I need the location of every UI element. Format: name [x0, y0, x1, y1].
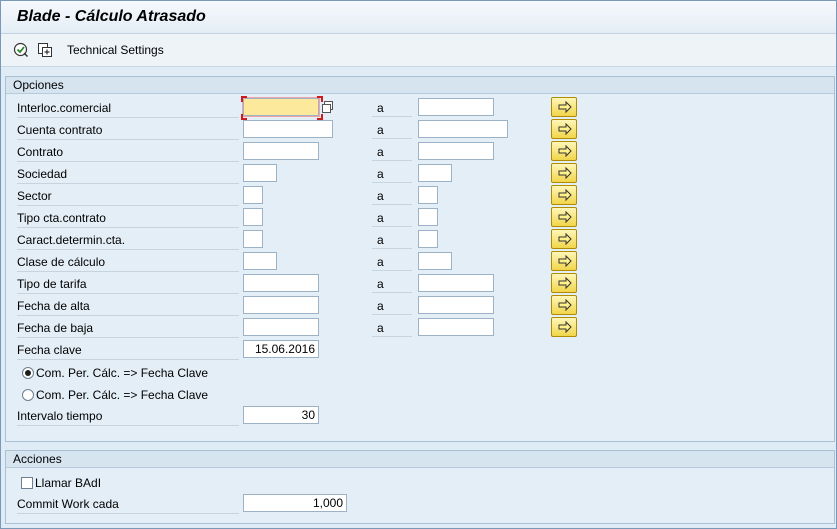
arrow-right-icon — [558, 166, 572, 180]
tipo-de-tarifa-from-input[interactable] — [243, 274, 319, 292]
caract-determin-cta-from-input[interactable] — [243, 230, 263, 248]
sociedad-from-input[interactable] — [243, 164, 277, 182]
arrow-right-icon — [558, 144, 572, 158]
to-label: a — [372, 187, 412, 205]
multiple-selection-button[interactable] — [551, 185, 577, 205]
interloc-comercial-from-input[interactable] — [243, 98, 319, 116]
intervalo-tiempo-input[interactable]: 30 — [243, 406, 319, 424]
llamar-badi-checkbox[interactable] — [21, 477, 33, 489]
radio-com-per-calc-2-label: Com. Per. Cálc. => Fecha Clave — [36, 388, 209, 402]
caract-determin-cta-to-input[interactable] — [418, 230, 438, 248]
sociedad-to-input[interactable] — [418, 164, 452, 182]
to-label: a — [372, 209, 412, 227]
multiple-selection-button[interactable] — [551, 317, 577, 337]
radio-com-per-calc-1-label: Com. Per. Cálc. => Fecha Clave — [36, 366, 209, 380]
value-help-icon[interactable] — [321, 100, 335, 114]
commit-work-cada-input[interactable]: 1,000 — [243, 494, 347, 512]
application-toolbar: Technical Settings — [1, 34, 836, 67]
arrow-right-icon — [558, 188, 572, 202]
label-sector: Sector — [17, 187, 239, 206]
fecha-de-baja-from-input[interactable] — [243, 318, 319, 336]
llamar-badi-label: Llamar BAdI — [35, 476, 102, 490]
fecha-de-alta-to-input[interactable] — [418, 296, 494, 314]
contrato-from-input[interactable] — [243, 142, 319, 160]
to-label: a — [372, 121, 412, 139]
arrow-right-icon — [558, 232, 572, 246]
multiple-selection-button[interactable] — [551, 141, 577, 161]
fecha-de-alta-from-input[interactable] — [243, 296, 319, 314]
multiple-selection-button[interactable] — [551, 163, 577, 183]
to-label: a — [372, 99, 412, 117]
clase-de-calculo-to-input[interactable] — [418, 252, 452, 270]
to-label: a — [372, 297, 412, 315]
label-fecha-clave: Fecha clave — [17, 341, 239, 360]
cuenta-contrato-from-input[interactable] — [243, 120, 333, 138]
multiple-selection-button[interactable] — [551, 295, 577, 315]
get-variant-icon[interactable] — [37, 42, 53, 58]
arrow-right-icon — [558, 210, 572, 224]
label-contrato: Contrato — [17, 143, 239, 162]
to-label: a — [372, 231, 412, 249]
label-intervalo-tiempo: Intervalo tiempo — [17, 407, 239, 426]
radio-com-per-calc-1[interactable] — [22, 367, 34, 379]
multiple-selection-button[interactable] — [551, 229, 577, 249]
label-tipo-de-tarifa: Tipo de tarifa — [17, 275, 239, 294]
sap-window: Blade - Cálculo Atrasado Technical Setti… — [0, 0, 837, 529]
sector-from-input[interactable] — [243, 186, 263, 204]
to-label: a — [372, 275, 412, 293]
to-label: a — [372, 253, 412, 271]
arrow-right-icon — [558, 276, 572, 290]
label-sociedad: Sociedad — [17, 165, 239, 184]
arrow-right-icon — [558, 254, 572, 268]
tipo-cta-contrato-to-input[interactable] — [418, 208, 438, 226]
title-bar: Blade - Cálculo Atrasado — [1, 1, 836, 34]
radio-com-per-calc-2[interactable] — [22, 389, 34, 401]
technical-settings-button[interactable]: Technical Settings — [67, 43, 164, 57]
label-interloc-comercial: Interloc.comercial — [17, 99, 239, 118]
to-label: a — [372, 143, 412, 161]
label-fecha-de-alta: Fecha de alta — [17, 297, 239, 316]
fecha-clave-input[interactable]: 15.06.2016 — [243, 340, 319, 358]
tipo-de-tarifa-to-input[interactable] — [418, 274, 494, 292]
multiple-selection-button[interactable] — [551, 97, 577, 117]
sector-to-input[interactable] — [418, 186, 438, 204]
to-label: a — [372, 165, 412, 183]
cuenta-contrato-to-input[interactable] — [418, 120, 508, 138]
multiple-selection-button[interactable] — [551, 207, 577, 227]
options-group-title: Opciones — [6, 77, 834, 94]
multiple-selection-button[interactable] — [551, 119, 577, 139]
arrow-right-icon — [558, 320, 572, 334]
label-cuenta-contrato: Cuenta contrato — [17, 121, 239, 140]
arrow-right-icon — [558, 298, 572, 312]
label-fecha-de-baja: Fecha de baja — [17, 319, 239, 338]
arrow-right-icon — [558, 100, 572, 114]
label-commit-work-cada: Commit Work cada — [17, 495, 239, 514]
multiple-selection-button[interactable] — [551, 251, 577, 271]
label-clase-de-calculo: Clase de cálculo — [17, 253, 239, 272]
label-tipo-cta-contrato: Tipo cta.contrato — [17, 209, 239, 228]
execute-icon[interactable] — [13, 42, 29, 58]
fecha-de-baja-to-input[interactable] — [418, 318, 494, 336]
multiple-selection-button[interactable] — [551, 273, 577, 293]
actions-group-title: Acciones — [6, 451, 834, 468]
arrow-right-icon — [558, 122, 572, 136]
interloc-comercial-to-input[interactable] — [418, 98, 494, 116]
focus-corner — [241, 96, 247, 102]
tipo-cta-contrato-from-input[interactable] — [243, 208, 263, 226]
clase-de-calculo-from-input[interactable] — [243, 252, 277, 270]
to-label: a — [372, 319, 412, 337]
window-title: Blade - Cálculo Atrasado — [17, 8, 206, 25]
label-caract-determin-cta: Caract.determin.cta. — [17, 231, 239, 250]
contrato-to-input[interactable] — [418, 142, 494, 160]
